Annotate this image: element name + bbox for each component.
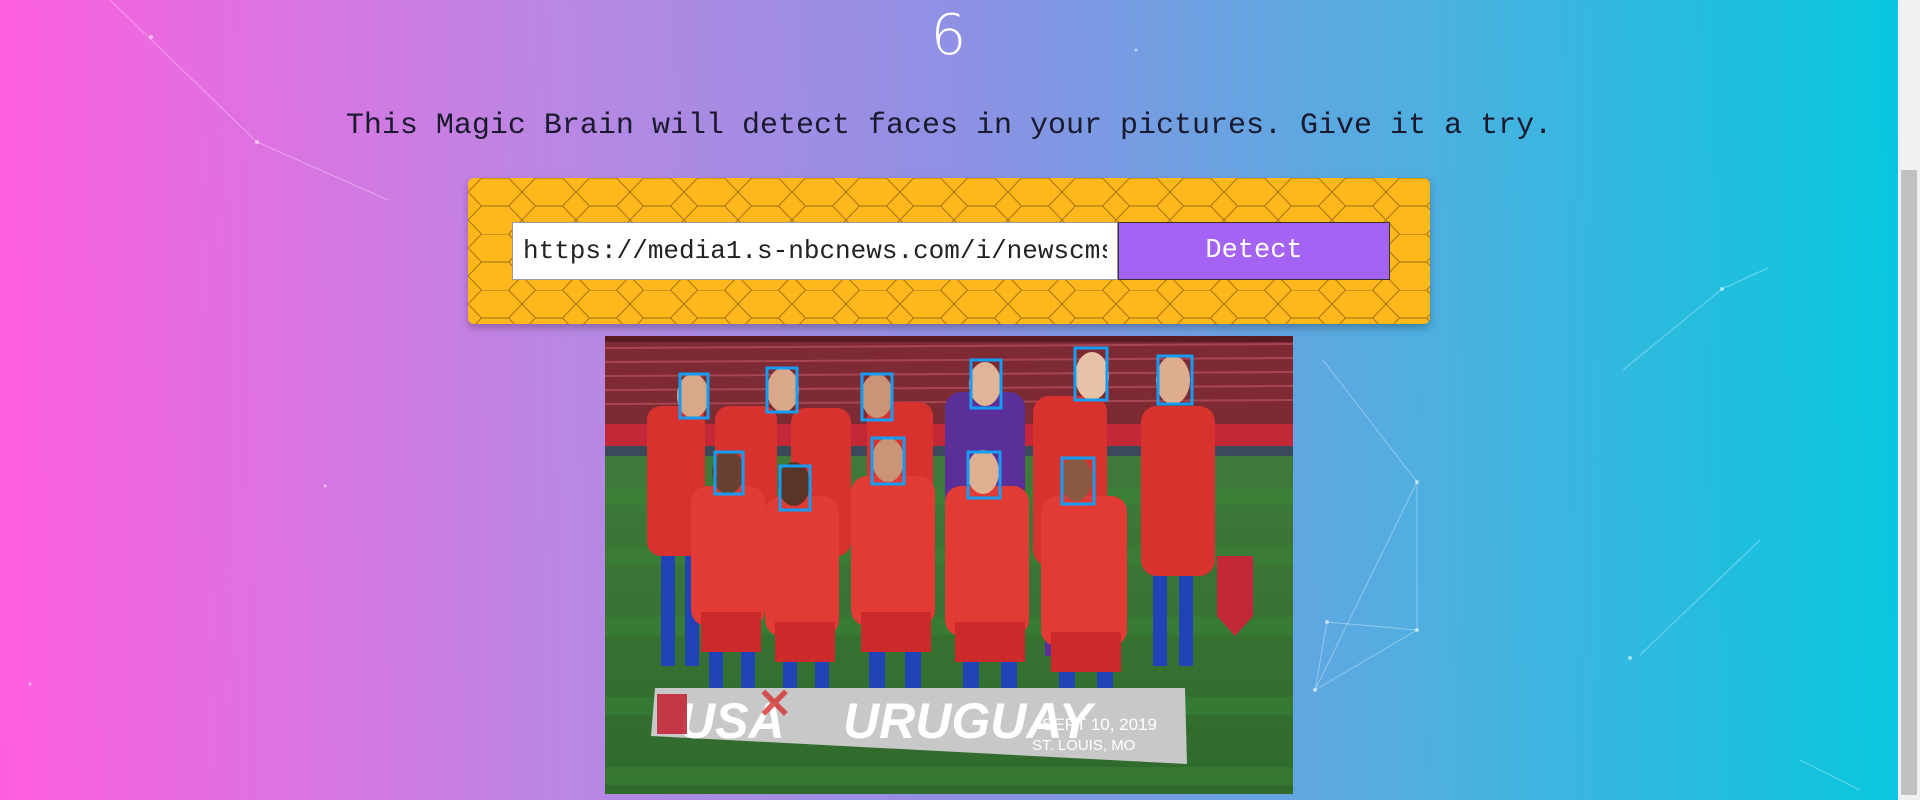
face-detection-image: USA ✕ URUGUAY SEPT 10, 2019 ST. LOUIS, M…: [605, 336, 1293, 794]
team-photo: USA ✕ URUGUAY SEPT 10, 2019 ST. LOUIS, M…: [605, 336, 1293, 794]
image-url-input[interactable]: [512, 222, 1118, 280]
banner-x-mark: ✕: [757, 680, 792, 727]
scrollbar-thumb[interactable]: [1901, 170, 1917, 795]
page-scrollbar[interactable]: [1898, 0, 1920, 800]
entry-count: 6: [930, 3, 968, 68]
banner-date-text: SEPT 10, 2019: [1042, 715, 1157, 734]
detect-button[interactable]: Detect: [1118, 222, 1390, 280]
usa-crest-icon: [657, 694, 687, 734]
banner-place-text: ST. LOUIS, MO: [1032, 737, 1135, 754]
app-tagline: This Magic Brain will detect faces in yo…: [345, 109, 1553, 143]
image-link-form: Detect: [468, 178, 1430, 324]
